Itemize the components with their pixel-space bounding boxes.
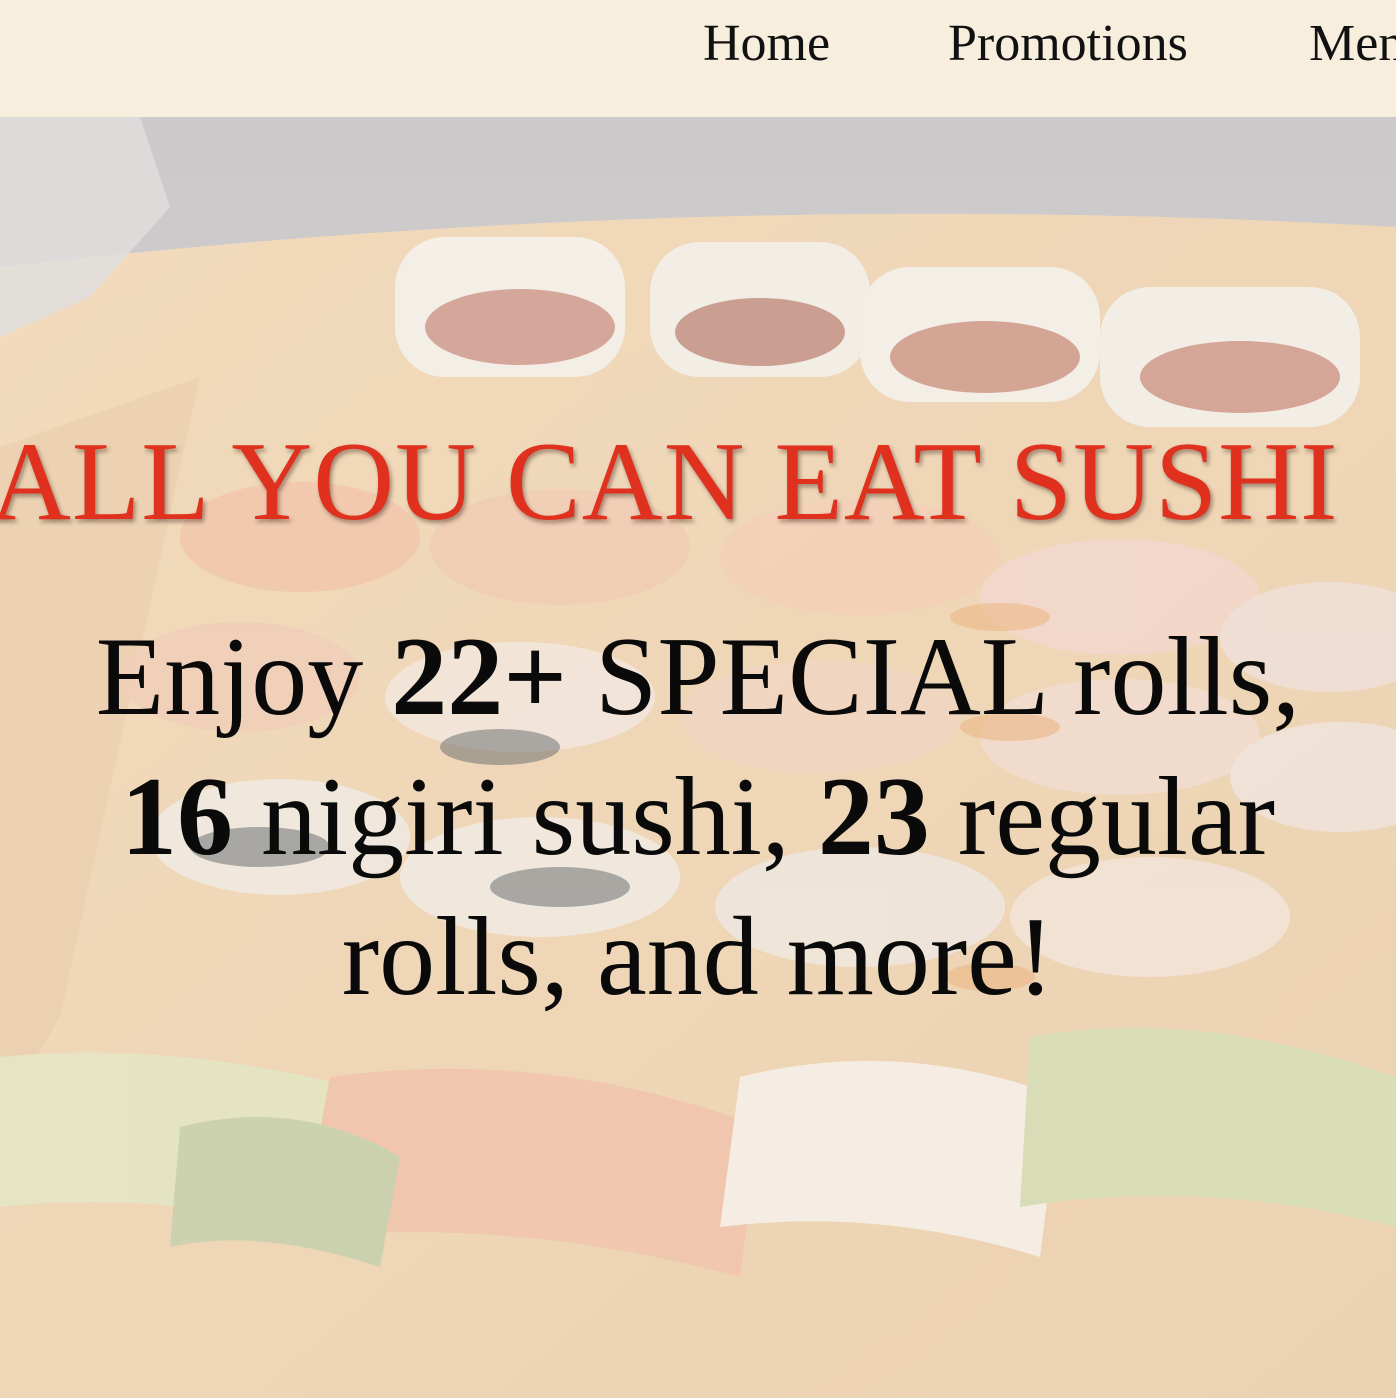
nigiri-count: 16 <box>120 755 233 879</box>
hero-text-nigiri: nigiri sushi, <box>232 755 818 879</box>
nav-link-promotions[interactable]: Promotions <box>948 14 1188 74</box>
hero-text-regular: regular <box>929 755 1276 879</box>
hero-description: Enjoy 22+ SPECIAL rolls, 16 nigiri sushi… <box>0 607 1396 1027</box>
regular-rolls-count: 23 <box>817 755 930 879</box>
nav-link-home[interactable]: Home <box>703 14 830 74</box>
hero-title: ALL YOU CAN EAT SUSHI <box>0 420 1339 544</box>
hero-section: ALL YOU CAN EAT SUSHI Enjoy 22+ SPECIAL … <box>0 117 1396 1398</box>
hero-text-special: SPECIAL rolls, <box>567 615 1301 739</box>
hero-text-enjoy: Enjoy <box>95 615 392 739</box>
page: Home Promotions Menu <box>0 0 1396 1398</box>
top-navigation-bar: Home Promotions Menu <box>0 0 1396 117</box>
hero-title-block: ALL YOU CAN EAT SUSHI <box>0 417 1396 547</box>
special-rolls-count: 22+ <box>391 615 568 739</box>
hero-text-final: rolls, and more! <box>341 895 1055 1019</box>
nav-link-menu[interactable]: Menu <box>1309 14 1396 74</box>
